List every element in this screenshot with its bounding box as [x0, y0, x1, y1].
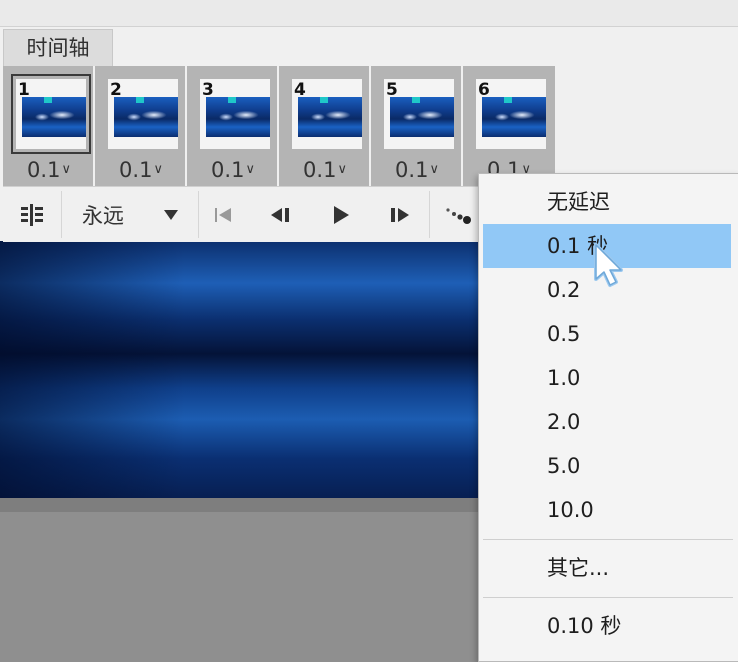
tween-icon — [446, 207, 471, 224]
frame-delay-dropdown[interactable]: 0.1∨ — [371, 158, 463, 182]
frame-4[interactable]: 4 0.1∨ — [279, 66, 371, 186]
chevron-down-icon: ∨ — [337, 162, 347, 177]
frame-3[interactable]: 3 0.1∨ — [187, 66, 279, 186]
play-icon — [334, 205, 349, 224]
playback-controls: 永远 — [3, 186, 555, 242]
menu-item-0-5[interactable]: 0.5 — [483, 312, 731, 356]
frame-number: 1 — [18, 80, 30, 100]
mouse-cursor-icon — [594, 243, 623, 287]
frame-thumbnail[interactable]: 2 — [108, 79, 178, 149]
menu-item-2-0[interactable]: 2.0 — [483, 400, 731, 444]
tween-button[interactable] — [435, 187, 479, 242]
menu-item-no-delay[interactable]: 无延迟 — [483, 180, 731, 224]
chevron-down-icon: ∨ — [429, 162, 439, 177]
menu-item-current-value: 0.10 秒 — [547, 614, 622, 638]
frame-1[interactable]: 1 0.1∨ — [3, 66, 95, 186]
frame-number: 5 — [386, 80, 398, 100]
timeline-convert-button[interactable] — [3, 187, 61, 242]
previous-frame-icon — [271, 207, 289, 222]
panel-top-bar — [0, 0, 738, 27]
menu-item-10-0[interactable]: 10.0 — [483, 488, 731, 532]
chevron-down-icon: ∨ — [153, 162, 163, 177]
frame-number: 4 — [294, 80, 306, 100]
next-frame-button[interactable] — [379, 187, 419, 242]
chevron-down-icon: ∨ — [61, 162, 71, 177]
separator — [198, 191, 199, 238]
frame-number: 2 — [110, 80, 122, 100]
frame-delay-dropdown[interactable]: 0.1∨ — [3, 158, 95, 182]
chevron-down-icon — [164, 209, 178, 220]
frame-delay-dropdown[interactable]: 0.1∨ — [187, 158, 279, 182]
frame-thumbnail[interactable]: 6 — [476, 79, 546, 149]
separator — [429, 191, 430, 238]
previous-frame-button[interactable] — [261, 187, 301, 242]
frame-2[interactable]: 2 0.1∨ — [95, 66, 187, 186]
frame-number: 6 — [478, 80, 490, 100]
first-frame-icon — [215, 207, 231, 222]
menu-item-1-0[interactable]: 1.0 — [483, 356, 731, 400]
frame-thumbnail[interactable]: 5 — [384, 79, 454, 149]
timeline-convert-icon — [21, 203, 43, 226]
frame-number: 3 — [202, 80, 214, 100]
next-frame-icon — [391, 207, 409, 222]
loop-options-dropdown[interactable]: 永远 — [62, 187, 198, 242]
frame-strip: 1 0.1∨ 2 0.1∨ 3 0.1∨ 4 0.1∨ 5 0.1∨ 6 0.1… — [3, 66, 555, 186]
frame-thumbnail[interactable]: 3 — [200, 79, 270, 149]
menu-item-other[interactable]: 其它... — [483, 546, 731, 590]
frame-delay-dropdown[interactable]: 0.1∨ — [279, 158, 371, 182]
play-button[interactable] — [321, 187, 361, 242]
first-frame-button[interactable] — [203, 187, 243, 242]
frame-thumbnail[interactable]: 4 — [292, 79, 362, 149]
chevron-down-icon: ∨ — [245, 162, 255, 177]
menu-divider — [483, 539, 733, 540]
frame-6[interactable]: 6 0.1∨ — [463, 66, 555, 186]
menu-item-5-0[interactable]: 5.0 — [483, 444, 731, 488]
menu-divider — [483, 597, 733, 598]
frame-thumbnail[interactable]: 1 — [11, 74, 91, 154]
frame-5[interactable]: 5 0.1∨ — [371, 66, 463, 186]
frame-delay-dropdown[interactable]: 0.1∨ — [95, 158, 187, 182]
tab-timeline[interactable]: 时间轴 — [3, 29, 113, 66]
